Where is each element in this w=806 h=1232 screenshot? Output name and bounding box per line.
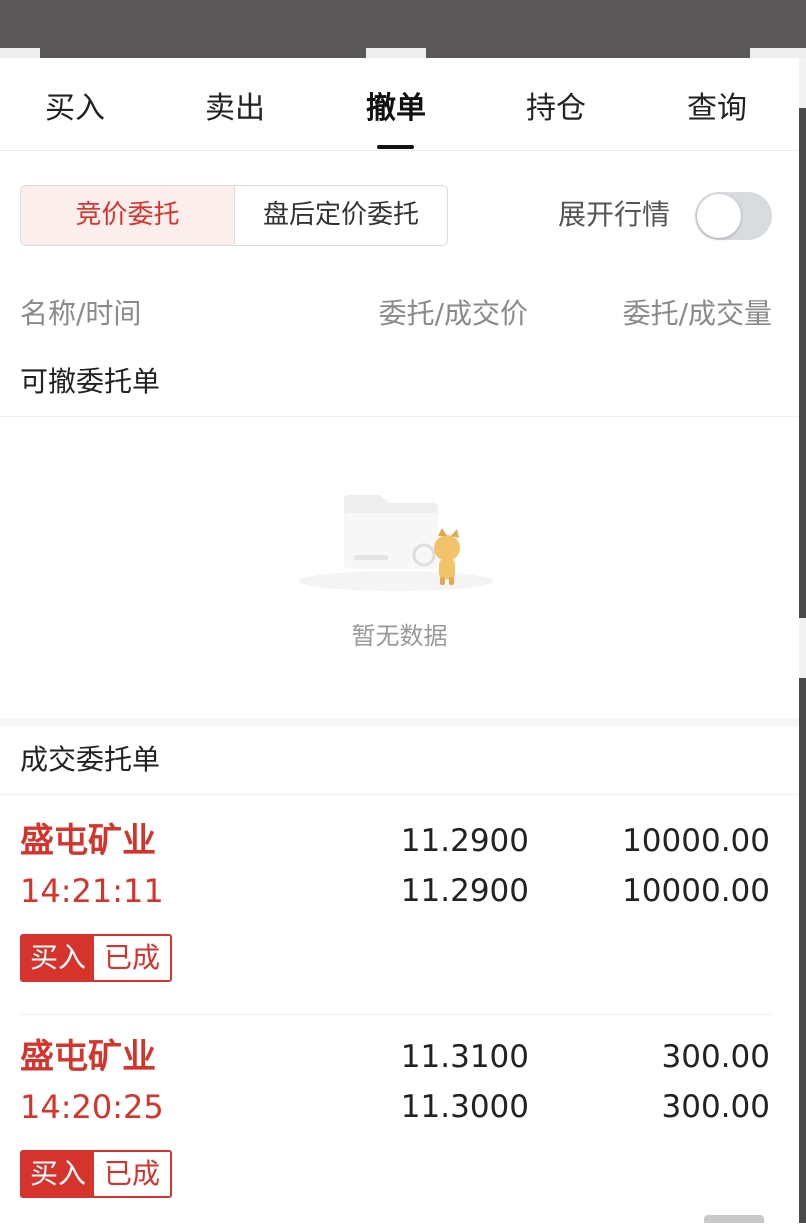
deal-price: 11.2900 [400, 873, 529, 909]
active-tab-indicator [377, 145, 414, 149]
empty-folder-icon [298, 495, 494, 591]
expand-quotes-label: 展开行情 [558, 198, 671, 231]
right-edge-strip [799, 58, 806, 1223]
tab-query[interactable]: 查询 [662, 86, 772, 132]
column-header-volume: 委托/成交量 [622, 297, 772, 330]
deal-quantity: 10000.00 [622, 873, 770, 909]
deal-quantity: 300.00 [661, 1089, 770, 1125]
side-label: 买入 [22, 1152, 95, 1196]
column-header-name-time: 名称/时间 [20, 297, 142, 330]
order-row[interactable]: 盛屯矿业 14:20:25 11.3100 11.3000 300.00 300… [0, 1016, 799, 1232]
column-header-price: 委托/成交价 [378, 297, 528, 330]
tab-buy[interactable]: 买入 [20, 86, 130, 132]
order-status-badge: 买入 已成 [20, 934, 173, 982]
tab-sell[interactable]: 卖出 [180, 86, 290, 132]
trade-tabs: 买入 卖出 撤单 持仓 查询 [0, 58, 799, 151]
side-label: 买入 [22, 936, 95, 980]
order-price: 11.2900 [400, 823, 529, 859]
section-divider [0, 794, 799, 795]
order-time: 14:20:25 [20, 1088, 164, 1126]
expand-quotes-toggle[interactable] [695, 192, 772, 240]
deal-price: 11.3000 [400, 1089, 529, 1125]
toggle-knob [697, 194, 741, 238]
order-quantity: 300.00 [661, 1039, 770, 1075]
section-divider [0, 416, 799, 417]
order-status-badge: 买入 已成 [20, 1150, 173, 1198]
order-row[interactable]: 盛屯矿业 14:21:11 11.2900 11.2900 10000.00 1… [0, 800, 799, 1016]
overlay-notch [366, 48, 426, 58]
order-time: 14:21:11 [20, 872, 164, 910]
stock-name: 盛屯矿业 [20, 1037, 156, 1077]
status-label: 已成 [94, 1152, 171, 1196]
tab-positions[interactable]: 持仓 [501, 86, 611, 132]
right-edge-seg [799, 58, 806, 108]
status-overlay [0, 0, 806, 58]
order-type-segmented-control: 竞价委托 盘后定价委托 [20, 185, 448, 246]
cancel-order-panel: 买入 卖出 撤单 持仓 查询 竞价委托 盘后定价委托 展开行情 名称/时间 委托… [0, 58, 799, 1223]
order-quantity: 10000.00 [622, 823, 770, 859]
row-divider [20, 1014, 772, 1015]
right-edge-seg [799, 618, 806, 678]
order-price: 11.3100 [400, 1039, 529, 1075]
filled-section-title: 成交委托单 [20, 743, 161, 776]
segment-auction-orders[interactable]: 竞价委托 [21, 186, 234, 245]
overlay-notch [750, 48, 806, 58]
tab-cancel[interactable]: 撤单 [341, 86, 451, 132]
cancellable-section-title: 可撤委托单 [20, 365, 161, 398]
stock-name: 盛屯矿业 [20, 821, 156, 861]
scroll-to-top-chip[interactable] [704, 1215, 764, 1223]
empty-state-text: 暂无数据 [351, 622, 448, 650]
overlay-notch [0, 48, 40, 58]
status-label: 已成 [94, 936, 171, 980]
segment-after-hours-orders[interactable]: 盘后定价委托 [234, 186, 447, 245]
section-gap [0, 718, 799, 726]
